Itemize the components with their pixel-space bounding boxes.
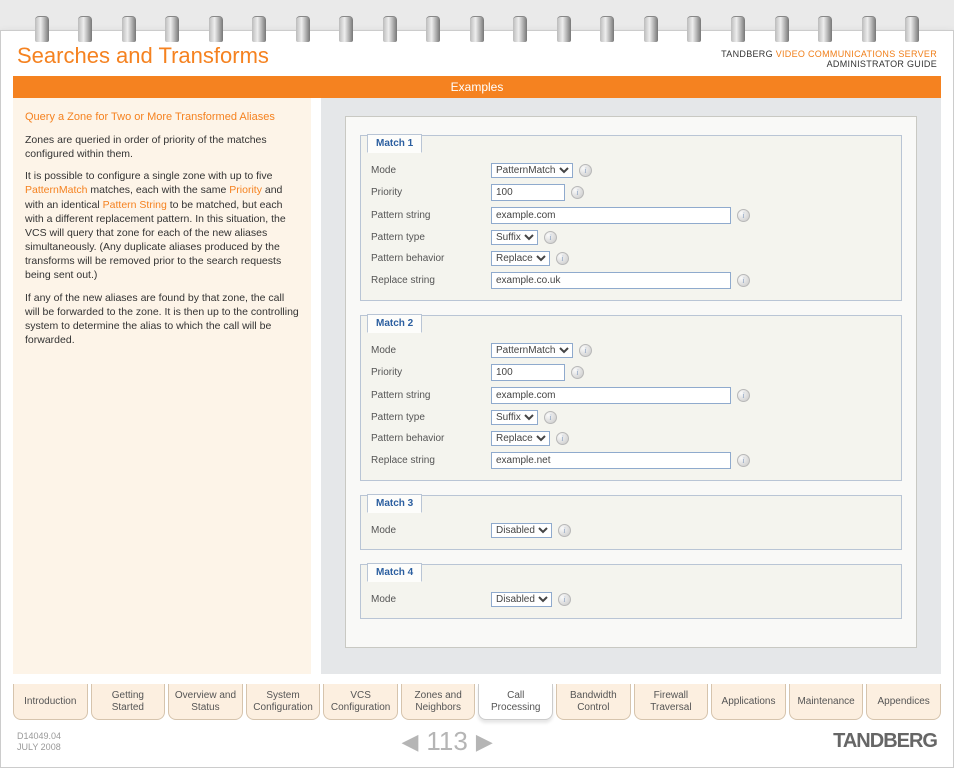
label-pattern-type: Pattern type bbox=[371, 232, 491, 243]
replace-string-input[interactable] bbox=[491, 452, 731, 469]
info-icon[interactable]: i bbox=[544, 231, 557, 244]
label-mode: Mode bbox=[371, 525, 491, 536]
spiral-binding bbox=[0, 0, 954, 34]
info-icon[interactable]: i bbox=[558, 593, 571, 606]
prev-page-arrow[interactable]: ◀ bbox=[401, 729, 418, 755]
priority-input[interactable] bbox=[491, 364, 565, 381]
header-brand: TANDBERG VIDEO COMMUNICATIONS SERVER ADM… bbox=[721, 49, 937, 69]
match-tab: Match 1 bbox=[367, 134, 422, 153]
label-pattern-string: Pattern string bbox=[371, 390, 491, 401]
label-replace-string: Replace string bbox=[371, 455, 491, 466]
info-icon[interactable]: i bbox=[558, 524, 571, 537]
mode-select[interactable]: Disabled bbox=[491, 523, 552, 538]
label-priority: Priority bbox=[371, 367, 491, 378]
paragraph: It is possible to configure a single zon… bbox=[25, 169, 299, 282]
info-icon[interactable]: i bbox=[556, 432, 569, 445]
nav-tab-zones-and-neighbors[interactable]: Zones andNeighbors bbox=[401, 684, 476, 720]
replace-string-input[interactable] bbox=[491, 272, 731, 289]
match-block-1: Match 1 ModePatternMatch i Priority i Pattern… bbox=[360, 135, 902, 301]
paragraph: If any of the new aliases are found by t… bbox=[25, 291, 299, 348]
nav-tab-bandwidth-control[interactable]: BandwidthControl bbox=[556, 684, 631, 720]
info-icon[interactable]: i bbox=[571, 186, 584, 199]
info-icon[interactable]: i bbox=[737, 454, 750, 467]
nav-tab-overview-and-status[interactable]: Overview andStatus bbox=[168, 684, 243, 720]
info-icon[interactable]: i bbox=[544, 411, 557, 424]
match-block-4: Match 4 ModeDisabled i bbox=[360, 564, 902, 619]
nav-tab-firewall-traversal[interactable]: FirewallTraversal bbox=[634, 684, 709, 720]
nav-tab-call-processing[interactable]: CallProcessing bbox=[478, 684, 553, 720]
label-replace-string: Replace string bbox=[371, 275, 491, 286]
nav-tabs: IntroductionGettingStartedOverview andSt… bbox=[1, 684, 953, 720]
form-panel: Match 1ModePatternMatchiPriorityiPattern… bbox=[345, 116, 917, 648]
priority-input[interactable] bbox=[491, 184, 565, 201]
example-heading: Query a Zone for Two or More Transformed… bbox=[25, 110, 299, 125]
label-pattern-type: Pattern type bbox=[371, 412, 491, 423]
info-icon[interactable]: i bbox=[737, 389, 750, 402]
explanation-panel: Query a Zone for Two or More Transformed… bbox=[13, 98, 311, 674]
link-priority[interactable]: Priority bbox=[229, 184, 262, 196]
page-number: ◀ 113 ▶ bbox=[401, 726, 492, 757]
nav-tab-maintenance[interactable]: Maintenance bbox=[789, 684, 864, 720]
link-patternmatch[interactable]: PatternMatch bbox=[25, 184, 87, 196]
pattern-string-input[interactable] bbox=[491, 387, 731, 404]
paragraph: Zones are queried in order of priority o… bbox=[25, 133, 299, 161]
mode-select[interactable]: Disabled bbox=[491, 592, 552, 607]
pattern-string-input[interactable] bbox=[491, 207, 731, 224]
pattern-behavior-select[interactable]: Replace bbox=[491, 431, 550, 446]
pattern-behavior-select[interactable]: Replace bbox=[491, 251, 550, 266]
nav-tab-introduction[interactable]: Introduction bbox=[13, 684, 88, 720]
label-mode: Mode bbox=[371, 345, 491, 356]
nav-tab-vcs-configuration[interactable]: VCSConfiguration bbox=[323, 684, 398, 720]
mode-select[interactable]: PatternMatch bbox=[491, 343, 573, 358]
config-panel: Match 1ModePatternMatchiPriorityiPattern… bbox=[321, 98, 941, 674]
nav-tab-system-configuration[interactable]: SystemConfiguration bbox=[246, 684, 321, 720]
match-tab: Match 3 bbox=[367, 494, 422, 513]
mode-select[interactable]: PatternMatch bbox=[491, 163, 573, 178]
label-mode: Mode bbox=[371, 594, 491, 605]
page-title: Searches and Transforms bbox=[17, 43, 269, 69]
pattern-type-select[interactable]: Suffix bbox=[491, 230, 538, 245]
label-mode: Mode bbox=[371, 165, 491, 176]
label-pattern-behavior: Pattern behavior bbox=[371, 253, 491, 264]
match-block-2: Match 2 ModePatternMatch i Priority i Pattern… bbox=[360, 315, 902, 481]
section-bar: Examples bbox=[13, 76, 941, 98]
info-icon[interactable]: i bbox=[737, 274, 750, 287]
label-priority: Priority bbox=[371, 187, 491, 198]
match-block-3: Match 3 ModeDisabled i bbox=[360, 495, 902, 550]
info-icon[interactable]: i bbox=[571, 366, 584, 379]
link-pattern-string[interactable]: Pattern String bbox=[103, 199, 167, 211]
match-tab: Match 4 bbox=[367, 563, 422, 582]
footer-brand: TANDBERG bbox=[833, 730, 937, 753]
next-page-arrow[interactable]: ▶ bbox=[476, 729, 493, 755]
nav-tab-applications[interactable]: Applications bbox=[711, 684, 786, 720]
info-icon[interactable]: i bbox=[579, 164, 592, 177]
nav-tab-getting-started[interactable]: GettingStarted bbox=[91, 684, 166, 720]
label-pattern-behavior: Pattern behavior bbox=[371, 433, 491, 444]
doc-id: D14049.04 JULY 2008 bbox=[17, 731, 61, 753]
info-icon[interactable]: i bbox=[556, 252, 569, 265]
nav-tab-appendices[interactable]: Appendices bbox=[866, 684, 941, 720]
info-icon[interactable]: i bbox=[579, 344, 592, 357]
match-tab: Match 2 bbox=[367, 314, 422, 333]
info-icon[interactable]: i bbox=[737, 209, 750, 222]
pattern-type-select[interactable]: Suffix bbox=[491, 410, 538, 425]
label-pattern-string: Pattern string bbox=[371, 210, 491, 221]
